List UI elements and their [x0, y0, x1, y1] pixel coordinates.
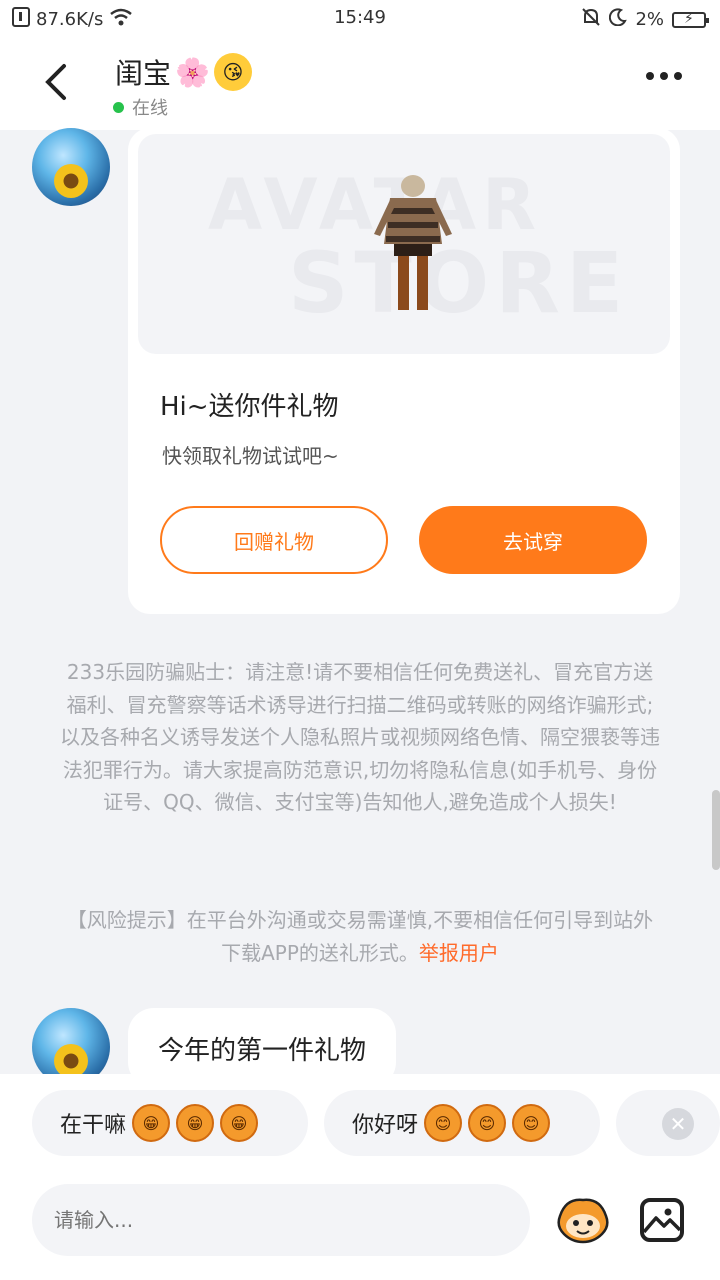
contact-name-row: 闺宝 🌸 😘 [115, 52, 252, 92]
return-gift-button[interactable]: 回赠礼物 [160, 506, 388, 574]
message-input[interactable] [32, 1184, 530, 1256]
mute-bell-icon [581, 7, 601, 32]
try-on-button[interactable]: 去试穿 [419, 506, 647, 574]
back-arrow-icon [45, 64, 66, 100]
gift-subtitle: 快领取礼物试试吧~ [162, 444, 339, 468]
dot-icon [646, 72, 654, 80]
smile-face-icon: 😊 [512, 1104, 551, 1142]
online-status-label: 在线 [132, 98, 168, 119]
blossom-emoji-icon: 🌸 [175, 55, 210, 89]
sticker-button[interactable] [556, 1196, 610, 1244]
gift-preview-image[interactable]: AVATAR STORE [138, 134, 670, 354]
sunflower-decoration [54, 1044, 88, 1078]
risk-tip: 【风险提示】在平台外沟通或交易需谨慎,不要相信任何引导到站外下载APP的送礼形式… [58, 904, 662, 969]
kiss-emoji-icon: 😘 [213, 53, 252, 91]
battery-icon: ⚡ [672, 11, 709, 28]
gift-card: AVATAR STORE Hi~送你件礼物 快领取礼物试试吧~ 回赠礼物 去试穿 [128, 128, 680, 614]
moon-icon [609, 8, 628, 31]
quick-reply-chip[interactable]: 你好呀 😊 😊 😊 [324, 1090, 600, 1156]
quick-reply-label: 在干嘛 [60, 1113, 127, 1138]
grin-face-icon: 😁 [176, 1104, 215, 1142]
close-quick-replies-button[interactable]: ✕ [662, 1108, 694, 1140]
quick-reply-label: 你好呀 [352, 1113, 419, 1138]
grin-face-icon: 😁 [132, 1104, 171, 1142]
image-icon [644, 1208, 680, 1234]
sunflower-decoration [54, 164, 88, 198]
contact-avatar[interactable] [32, 128, 110, 206]
mascot-face-icon [557, 1198, 609, 1244]
outfit-icon [374, 175, 452, 310]
risk-tip-text: 【风险提示】在平台外沟通或交易需谨慎,不要相信任何引导到站外下载APP的送礼形式… [66, 908, 654, 965]
anti-fraud-notice: 233乐园防骗贴士：请注意!请不要相信任何免费送礼、冒充官方送福利、冒充警察等话… [60, 660, 660, 814]
status-bar: 87.6K/s 15:49 2% ⚡ [0, 0, 720, 36]
watermark-store: STORE [288, 234, 630, 332]
bottom-panel: 在干嘛 😁 😁 😁 你好呀 😊 😊 😊 ✕ [0, 1074, 720, 1280]
back-button[interactable] [38, 60, 74, 104]
gift-title: Hi~送你件礼物 [160, 392, 339, 422]
scrollbar[interactable] [712, 790, 720, 870]
more-options-button[interactable] [646, 72, 682, 80]
dot-icon [660, 72, 668, 80]
online-status: 在线 [113, 94, 168, 120]
smile-face-icon: 😊 [468, 1104, 507, 1142]
quick-reply-chip[interactable]: 在干嘛 😁 😁 😁 [32, 1090, 308, 1156]
status-right: 2% ⚡ [581, 7, 709, 32]
report-user-link[interactable]: 举报用户 [419, 941, 499, 965]
contact-name: 闺宝 [115, 57, 172, 90]
image-picker-button[interactable] [640, 1198, 684, 1242]
close-icon: ✕ [669, 1112, 687, 1136]
dot-icon [674, 72, 682, 80]
smile-face-icon: 😊 [424, 1104, 463, 1142]
battery-percent: 2% [635, 9, 664, 30]
chat-header: 闺宝 🌸 😘 在线 [0, 36, 720, 130]
online-dot-icon [113, 101, 124, 113]
grin-face-icon: 😁 [220, 1104, 259, 1142]
